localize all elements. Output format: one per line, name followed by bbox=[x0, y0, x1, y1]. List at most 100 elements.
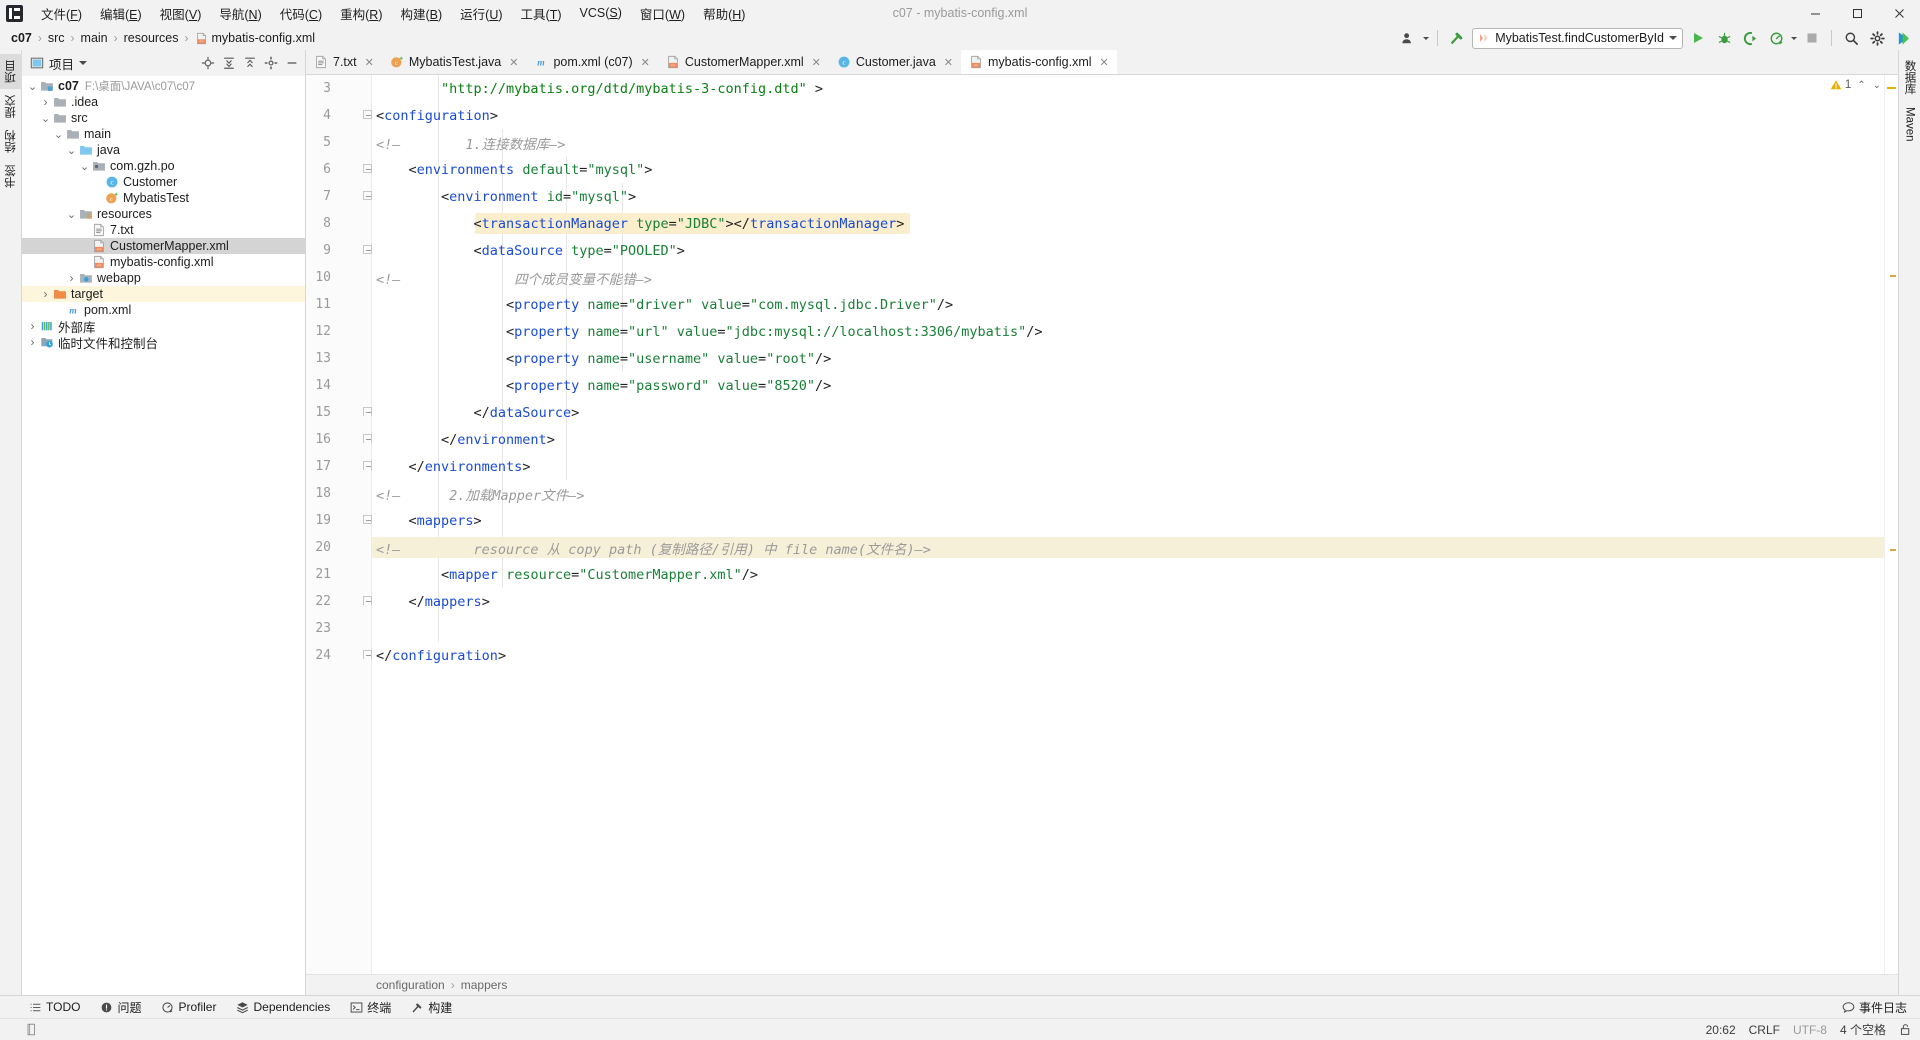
code-line[interactable]: "http://mybatis.org/dtd/mybatis-3-config… bbox=[372, 75, 1884, 102]
code-line[interactable]: <!— 四个成员变量不能错—> bbox=[372, 264, 1884, 291]
editor-tab-1[interactable]: c MybatisTest.java ✕ bbox=[382, 50, 527, 74]
chevron-down-icon[interactable] bbox=[1669, 36, 1677, 40]
inspection-marker[interactable] bbox=[1890, 275, 1896, 277]
tree-row[interactable]: c MybatisTest bbox=[22, 190, 305, 206]
editor-breadcrumb-item-1[interactable]: mappers bbox=[461, 978, 508, 992]
code-line[interactable]: < mappers > bbox=[372, 507, 1884, 534]
code-line[interactable]: < mapper resource = "CustomerMapper.xml"/> bbox=[372, 561, 1884, 588]
line-separator[interactable]: CRLF bbox=[1749, 1023, 1780, 1037]
code-line[interactable]: < dataSource type = "POOLED" > bbox=[372, 237, 1884, 264]
code-area[interactable]: "http://mybatis.org/dtd/mybatis-3-config… bbox=[372, 75, 1884, 974]
warning-count-chip[interactable]: 1 bbox=[1830, 79, 1851, 91]
code-line[interactable]: <!— 2.加载Mapper文件—> bbox=[372, 480, 1884, 507]
tree-row[interactable]: › target bbox=[22, 286, 305, 302]
breadcrumb-item-4[interactable]: <> mybatis-config.xml bbox=[192, 30, 319, 46]
debug-icon[interactable] bbox=[1713, 28, 1735, 48]
right-strip-tab-0[interactable]: 数据库 bbox=[1899, 54, 1920, 101]
close-icon[interactable]: ✕ bbox=[1100, 56, 1109, 69]
close-button[interactable] bbox=[1878, 0, 1920, 26]
menu-item-2[interactable]: 视图(V) bbox=[151, 1, 211, 26]
chevron-down-icon[interactable]: ⌄ bbox=[65, 144, 78, 157]
next-problem-button[interactable]: ⌄ bbox=[1872, 80, 1882, 91]
code-line[interactable]: </environment > bbox=[372, 426, 1884, 453]
project-panel-chevron-icon[interactable] bbox=[79, 61, 88, 65]
run-icon[interactable] bbox=[1687, 28, 1709, 48]
bottom-tool-终端[interactable]: 终端 bbox=[347, 998, 394, 1017]
chevron-down-icon[interactable]: ⌄ bbox=[65, 208, 78, 221]
inspection-warning-marker[interactable] bbox=[1887, 87, 1896, 89]
tree-row[interactable]: › 临时文件和控制台 bbox=[22, 334, 305, 351]
tree-row[interactable]: ⌄ com.gzh.po bbox=[22, 158, 305, 174]
user-icon[interactable] bbox=[1397, 28, 1419, 48]
menu-item-1[interactable]: 编辑(E) bbox=[91, 1, 151, 26]
tree-row[interactable]: 7.txt bbox=[22, 222, 305, 238]
left-strip-tab-2[interactable]: 结构 bbox=[0, 124, 22, 159]
profile-dropdown-caret-icon[interactable] bbox=[1791, 36, 1797, 40]
bottom-tool-构建[interactable]: 构建 bbox=[408, 998, 455, 1017]
unlocked-icon[interactable] bbox=[1899, 1023, 1912, 1036]
editor-tab-3[interactable]: <> CustomerMapper.xml ✕ bbox=[658, 50, 829, 74]
tree-row[interactable]: c Customer bbox=[22, 174, 305, 190]
code-line[interactable]: < property name = "url" value = "jdbc:mysql:/… bbox=[372, 318, 1884, 345]
editor-breadcrumb-item-0[interactable]: configuration bbox=[376, 978, 445, 992]
breadcrumb-item-1[interactable]: src bbox=[45, 30, 68, 46]
menu-item-10[interactable]: 窗口(W) bbox=[631, 1, 694, 26]
code-line[interactable]: <!— resource 从 copy path (复制路径/引用) 中 fil… bbox=[372, 534, 1884, 561]
tree-row[interactable]: ⌄ java bbox=[22, 142, 305, 158]
code-line[interactable]: </dataSource > bbox=[372, 399, 1884, 426]
editor-gutter[interactable]: 3 4 5 6 7 8 9 10 11 12 13 14 15 16 17 18 19 20 21 22 23 24 bbox=[306, 75, 392, 974]
chevron-right-icon[interactable]: › bbox=[39, 287, 52, 301]
chevron-down-icon[interactable]: ⌄ bbox=[39, 112, 52, 125]
code-line[interactable]: < environments default = "mysql" > bbox=[372, 156, 1884, 183]
tree-row[interactable]: <> mybatis-config.xml bbox=[22, 254, 305, 270]
ide-assistant-icon[interactable] bbox=[1892, 28, 1914, 48]
code-line[interactable]: < transactionManager type = "JDBC" ></transa… bbox=[372, 210, 1884, 237]
close-icon[interactable]: ✕ bbox=[509, 56, 518, 69]
project-tree[interactable]: ⌄ c07 F:\桌面\JAVA\c07\c07 › .idea ⌄ src ⌄ main ⌄ ja… bbox=[22, 76, 305, 995]
bottom-tool-profiler[interactable]: Profiler bbox=[158, 999, 219, 1015]
code-line[interactable]: < property name = "password" value = "8520"/> bbox=[372, 372, 1884, 399]
indent-setting[interactable]: 4 个空格 bbox=[1840, 1021, 1886, 1038]
run-configuration-selector[interactable]: MybatisTest.findCustomerById bbox=[1472, 27, 1683, 49]
editor-tab-5[interactable]: <> mybatis-config.xml ✕ bbox=[961, 50, 1117, 74]
prev-problem-button[interactable]: ⌃ bbox=[1856, 80, 1866, 91]
menu-item-0[interactable]: 文件(F) bbox=[32, 1, 91, 26]
close-icon[interactable]: ✕ bbox=[944, 56, 953, 69]
expand-all-icon[interactable] bbox=[219, 54, 238, 73]
menu-item-6[interactable]: 构建(B) bbox=[391, 1, 451, 26]
inspection-marker[interactable] bbox=[1890, 549, 1896, 551]
menu-item-7[interactable]: 运行(U) bbox=[451, 1, 511, 26]
inspection-strip[interactable] bbox=[1884, 75, 1898, 974]
breadcrumb-item-3[interactable]: resources bbox=[121, 30, 182, 46]
caret-position[interactable]: 20:62 bbox=[1706, 1023, 1736, 1037]
code-line[interactable]: </configuration > bbox=[372, 642, 1884, 669]
close-icon[interactable]: ✕ bbox=[812, 56, 821, 69]
close-icon[interactable]: ✕ bbox=[365, 56, 374, 69]
bottom-tool-问题[interactable]: 问题 bbox=[97, 998, 144, 1017]
chevron-down-icon[interactable]: ⌄ bbox=[52, 128, 65, 141]
code-line[interactable]: < configuration > bbox=[372, 102, 1884, 129]
breadcrumb-item-2[interactable]: main bbox=[78, 30, 111, 46]
build-hammer-icon[interactable] bbox=[1446, 28, 1468, 48]
tree-row[interactable]: › .idea bbox=[22, 94, 305, 110]
tree-row[interactable]: ⌄ main bbox=[22, 126, 305, 142]
menu-item-8[interactable]: 工具(T) bbox=[512, 1, 571, 26]
run-with-coverage-icon[interactable] bbox=[1739, 28, 1761, 48]
bottom-tool-todo[interactable]: TODO bbox=[26, 999, 83, 1015]
chevron-right-icon[interactable]: › bbox=[26, 335, 39, 349]
chevron-down-icon[interactable]: ⌄ bbox=[26, 80, 39, 93]
menu-item-11[interactable]: 帮助(H) bbox=[694, 1, 754, 26]
code-line[interactable]: </mappers > bbox=[372, 588, 1884, 615]
code-line[interactable]: < property name = "driver" value = "com.mysql… bbox=[372, 291, 1884, 318]
maximize-button[interactable] bbox=[1836, 0, 1878, 26]
chevron-right-icon[interactable]: › bbox=[39, 95, 52, 109]
menu-item-4[interactable]: 代码(C) bbox=[271, 1, 331, 26]
left-strip-tab-0[interactable]: 项目 bbox=[0, 54, 22, 89]
file-encoding[interactable]: UTF-8 bbox=[1793, 1023, 1827, 1037]
search-icon[interactable] bbox=[1840, 28, 1862, 48]
event-log-button[interactable]: 事件日志 bbox=[1839, 998, 1910, 1017]
menu-item-3[interactable]: 导航(N) bbox=[210, 1, 270, 26]
stop-icon[interactable] bbox=[1801, 28, 1823, 48]
user-dropdown-caret-icon[interactable] bbox=[1423, 36, 1430, 40]
code-line[interactable]: < property name = "username" value = "root"/> bbox=[372, 345, 1884, 372]
